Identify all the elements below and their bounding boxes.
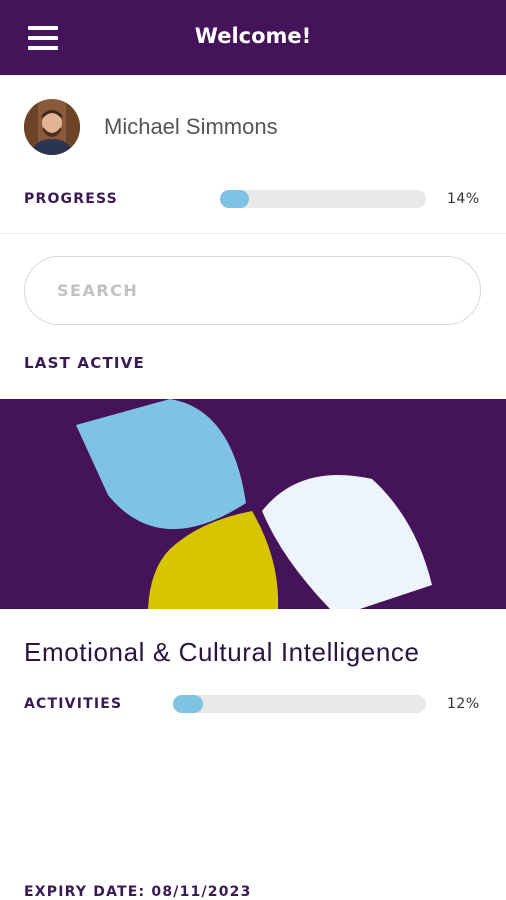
- avatar-photo-icon: [24, 99, 80, 155]
- last-active-heading: LAST ACTIVE: [24, 354, 145, 372]
- progress-percent: 14%: [447, 191, 480, 207]
- progress-bar: [220, 190, 426, 208]
- progress-label: PROGRESS: [24, 191, 118, 207]
- expiry-date: EXPIRY DATE: 08/11/2023: [24, 884, 252, 900]
- activities-progress-bar: [173, 695, 426, 713]
- user-avatar[interactable]: [24, 99, 80, 155]
- petal-logo-icon: [76, 399, 432, 609]
- progress-bar-fill: [220, 190, 249, 208]
- activities-label: ACTIVITIES: [24, 696, 123, 712]
- section-divider: [0, 233, 506, 234]
- top-app-bar: Welcome!: [0, 0, 506, 75]
- blue-petal: [76, 399, 246, 530]
- white-petal: [262, 475, 432, 609]
- user-name: Michael Simmons: [104, 114, 278, 139]
- search-input[interactable]: [24, 256, 481, 325]
- course-banner-image[interactable]: [0, 399, 506, 609]
- page-title: Welcome!: [194, 24, 312, 48]
- activities-percent: 12%: [447, 696, 480, 712]
- course-title[interactable]: Emotional & Cultural Intelligence: [24, 637, 420, 668]
- activities-progress-fill: [173, 695, 203, 713]
